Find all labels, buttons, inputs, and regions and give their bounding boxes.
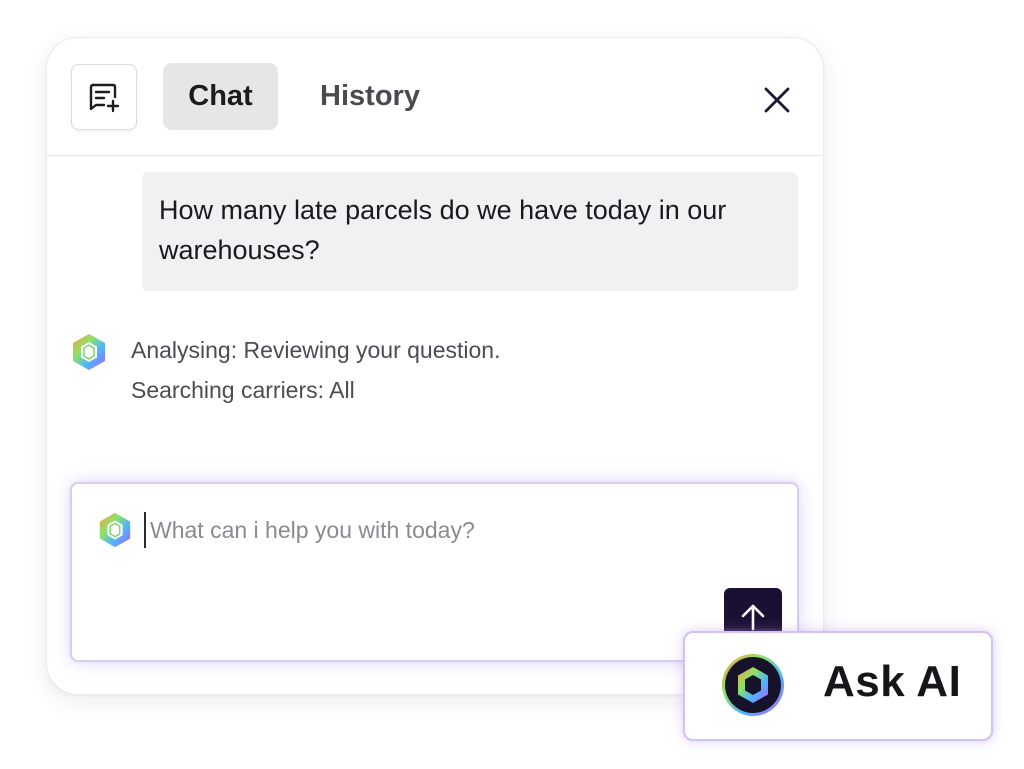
ai-status-line: Searching carriers: All	[131, 377, 355, 403]
message-input[interactable]	[144, 512, 710, 548]
ai-status-line: Analysing: Reviewing your question.	[131, 337, 501, 363]
tab-history-label: History	[320, 80, 420, 112]
tab-history[interactable]: History	[305, 63, 435, 130]
ask-ai-label: Ask AI	[823, 657, 962, 706]
new-chat-icon	[89, 83, 120, 113]
new-chat-button[interactable]	[71, 64, 137, 130]
chat-header: Chat History	[47, 38, 823, 156]
arrow-up-icon	[741, 604, 765, 631]
close-button[interactable]	[755, 78, 799, 122]
tab-chat-label: Chat	[188, 80, 253, 112]
ask-ai-button[interactable]: Ask AI	[683, 631, 993, 741]
ai-logo-icon	[73, 334, 105, 370]
ai-logo-icon	[99, 512, 131, 548]
tab-chat[interactable]: Chat	[163, 63, 278, 130]
close-icon	[764, 87, 790, 113]
user-message-bubble: How many late parcels do we have today i…	[142, 172, 798, 291]
chat-panel: Chat History How many late parcels do we…	[46, 37, 824, 695]
user-message-text: How many late parcels do we have today i…	[159, 195, 727, 265]
ai-logo-icon	[722, 654, 784, 716]
